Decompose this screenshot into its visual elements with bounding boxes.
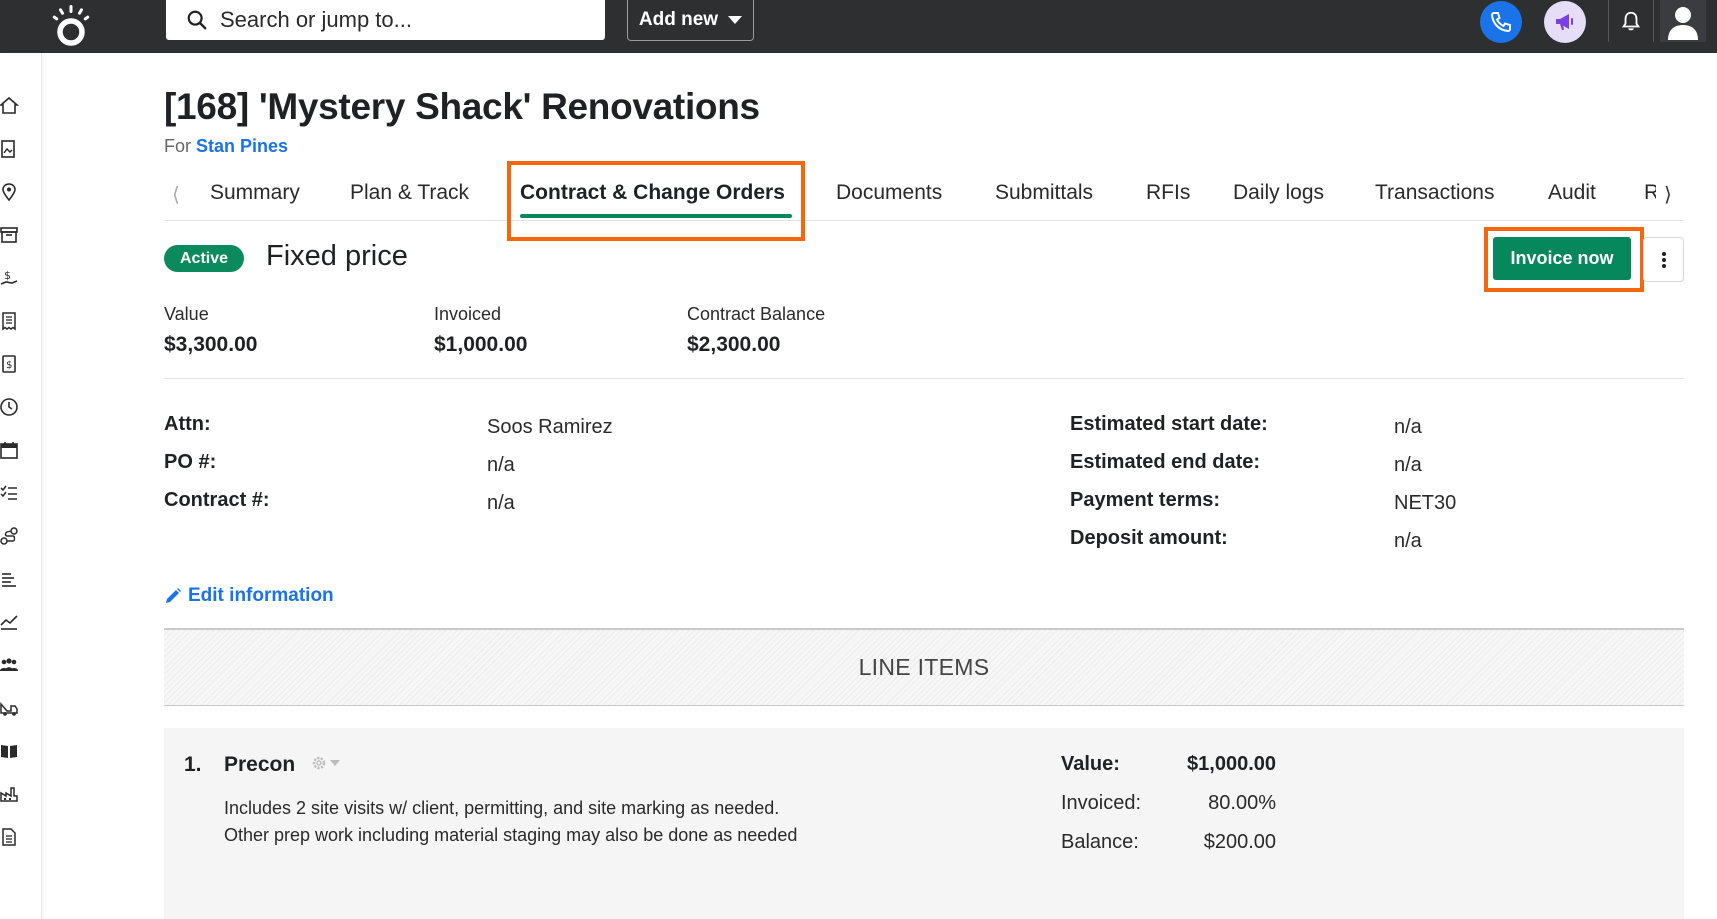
calendar-icon[interactable] (0, 439, 20, 461)
deposit-value: n/a (1394, 530, 1422, 552)
tab-truncated[interactable]: R (1644, 181, 1656, 205)
tab-audit[interactable]: Audit (1548, 181, 1596, 205)
phone-button[interactable] (1480, 1, 1522, 43)
bell-icon (1621, 11, 1641, 31)
caret-down-icon (330, 760, 340, 766)
invoice-highlight-box (1484, 227, 1644, 292)
add-new-label: Add new (638, 9, 719, 30)
tab-highlight-box (507, 161, 805, 241)
attn-value: Soos Ramirez (487, 416, 613, 438)
line-items-title: LINE ITEMS (858, 654, 990, 680)
line-item-value: $1,000.00 (1187, 753, 1276, 775)
top-navigation-bar: Add new (0, 0, 1717, 53)
line-item-number: 1. (184, 753, 202, 776)
add-new-button[interactable]: Add new (627, 0, 754, 41)
line-item-name: Precon (224, 753, 296, 776)
payment-terms-value: NET30 (1394, 492, 1457, 514)
invoice-dollar-icon[interactable]: $ (0, 353, 20, 375)
user-avatar-icon (1668, 7, 1698, 40)
po-label: PO #: (164, 451, 217, 473)
line-item-invoiced-label: Invoiced: (1061, 792, 1142, 814)
svg-text:$: $ (6, 360, 12, 371)
team-icon[interactable] (0, 654, 20, 676)
est-end-label: Estimated end date: (1070, 451, 1261, 473)
edit-information-label: Edit information (188, 585, 334, 606)
caret-down-icon (728, 16, 743, 24)
invoiced-label: Invoiced (434, 304, 502, 324)
line-item-value-label: Value: (1061, 753, 1120, 775)
svg-text:$: $ (4, 269, 11, 282)
tabs-scroll-left-icon[interactable]: ⟨ (172, 182, 180, 207)
payment-terms-label: Payment terms: (1070, 489, 1221, 511)
gear-icon (312, 756, 326, 770)
section-divider (164, 378, 1684, 379)
tabs-scroll-right-icon[interactable]: ⟩ (1664, 182, 1672, 207)
kebab-menu-icon (1661, 251, 1666, 268)
receipt-icon[interactable] (0, 310, 20, 332)
edit-information-link[interactable]: Edit information (164, 585, 334, 607)
client-link[interactable]: Stan Pines (196, 136, 288, 156)
line-item-description-2: Other prep work including material stagi… (224, 825, 798, 845)
trend-chart-icon[interactable] (0, 611, 20, 633)
line-item-balance: $200.00 (1203, 831, 1276, 853)
status-badge: Active (164, 245, 244, 272)
line-item-description-1: Includes 2 site visits w/ client, permit… (224, 798, 780, 818)
attn-label: Attn: (164, 413, 211, 435)
more-options-button[interactable] (1643, 237, 1684, 282)
value-amount: $3,300.00 (164, 333, 258, 356)
document-icon[interactable] (0, 826, 20, 848)
truck-icon[interactable] (0, 697, 20, 719)
line-item-settings-menu[interactable] (310, 754, 340, 772)
tab-transactions[interactable]: Transactions (1375, 181, 1494, 205)
tab-documents[interactable]: Documents (836, 181, 942, 205)
notifications-button[interactable] (1608, 0, 1654, 42)
left-sidebar: $ $ (0, 53, 42, 919)
est-start-value: n/a (1394, 416, 1422, 438)
megaphone-icon (1556, 14, 1573, 30)
pencil-icon (166, 588, 181, 603)
tab-rfis[interactable]: RFIs (1146, 181, 1190, 205)
tab-summary[interactable]: Summary (210, 181, 300, 205)
value-label: Value (164, 304, 209, 324)
workflow-icon[interactable] (0, 525, 20, 547)
contract-number-label: Contract #: (164, 489, 270, 511)
project-tabs: ⟨ Summary Plan & Track Contract & Change… (164, 168, 1684, 221)
line-item-invoiced: 80.00% (1208, 792, 1276, 814)
tab-plan-track[interactable]: Plan & Track (350, 181, 469, 205)
est-end-value: n/a (1394, 454, 1422, 476)
for-prefix: For (164, 136, 191, 156)
user-avatar-button[interactable] (1660, 0, 1706, 42)
search-input[interactable] (220, 7, 580, 33)
checklist-icon[interactable] (0, 482, 20, 504)
client-line: For Stan Pines (164, 136, 288, 157)
app-logo-icon[interactable] (50, 2, 92, 48)
list-icon[interactable] (0, 568, 20, 590)
search-icon (187, 10, 207, 30)
money-hand-icon[interactable]: $ (0, 267, 20, 289)
archive-icon[interactable] (0, 224, 20, 246)
factory-icon[interactable] (0, 783, 20, 805)
tab-daily-logs[interactable]: Daily logs (1233, 181, 1324, 205)
po-value: n/a (487, 454, 515, 476)
tab-submittals[interactable]: Submittals (995, 181, 1093, 205)
est-start-label: Estimated start date: (1070, 413, 1268, 435)
contract-number-value: n/a (487, 492, 515, 514)
book-icon[interactable] (0, 740, 20, 762)
page-title: [168] 'Mystery Shack' Renovations (164, 86, 760, 127)
invoiced-amount: $1,000.00 (434, 333, 528, 356)
line-items-header: LINE ITEMS (164, 628, 1684, 706)
contract-type: Fixed price (266, 240, 408, 272)
contract-balance-amount: $2,300.00 (687, 333, 781, 356)
phone-icon (1490, 12, 1511, 33)
search-box[interactable] (166, 0, 605, 40)
line-item-balance-label: Balance: (1061, 831, 1139, 853)
announcements-button[interactable] (1544, 1, 1586, 43)
home-icon[interactable] (0, 95, 20, 117)
photo-doc-icon[interactable] (0, 138, 20, 160)
contract-balance-label: Contract Balance (687, 304, 826, 324)
clock-icon[interactable] (0, 396, 20, 418)
deposit-label: Deposit amount: (1070, 527, 1228, 549)
location-pin-icon[interactable] (0, 181, 20, 203)
line-item-card: 1. Precon Includes 2 site visits w/ clie… (164, 728, 1684, 919)
